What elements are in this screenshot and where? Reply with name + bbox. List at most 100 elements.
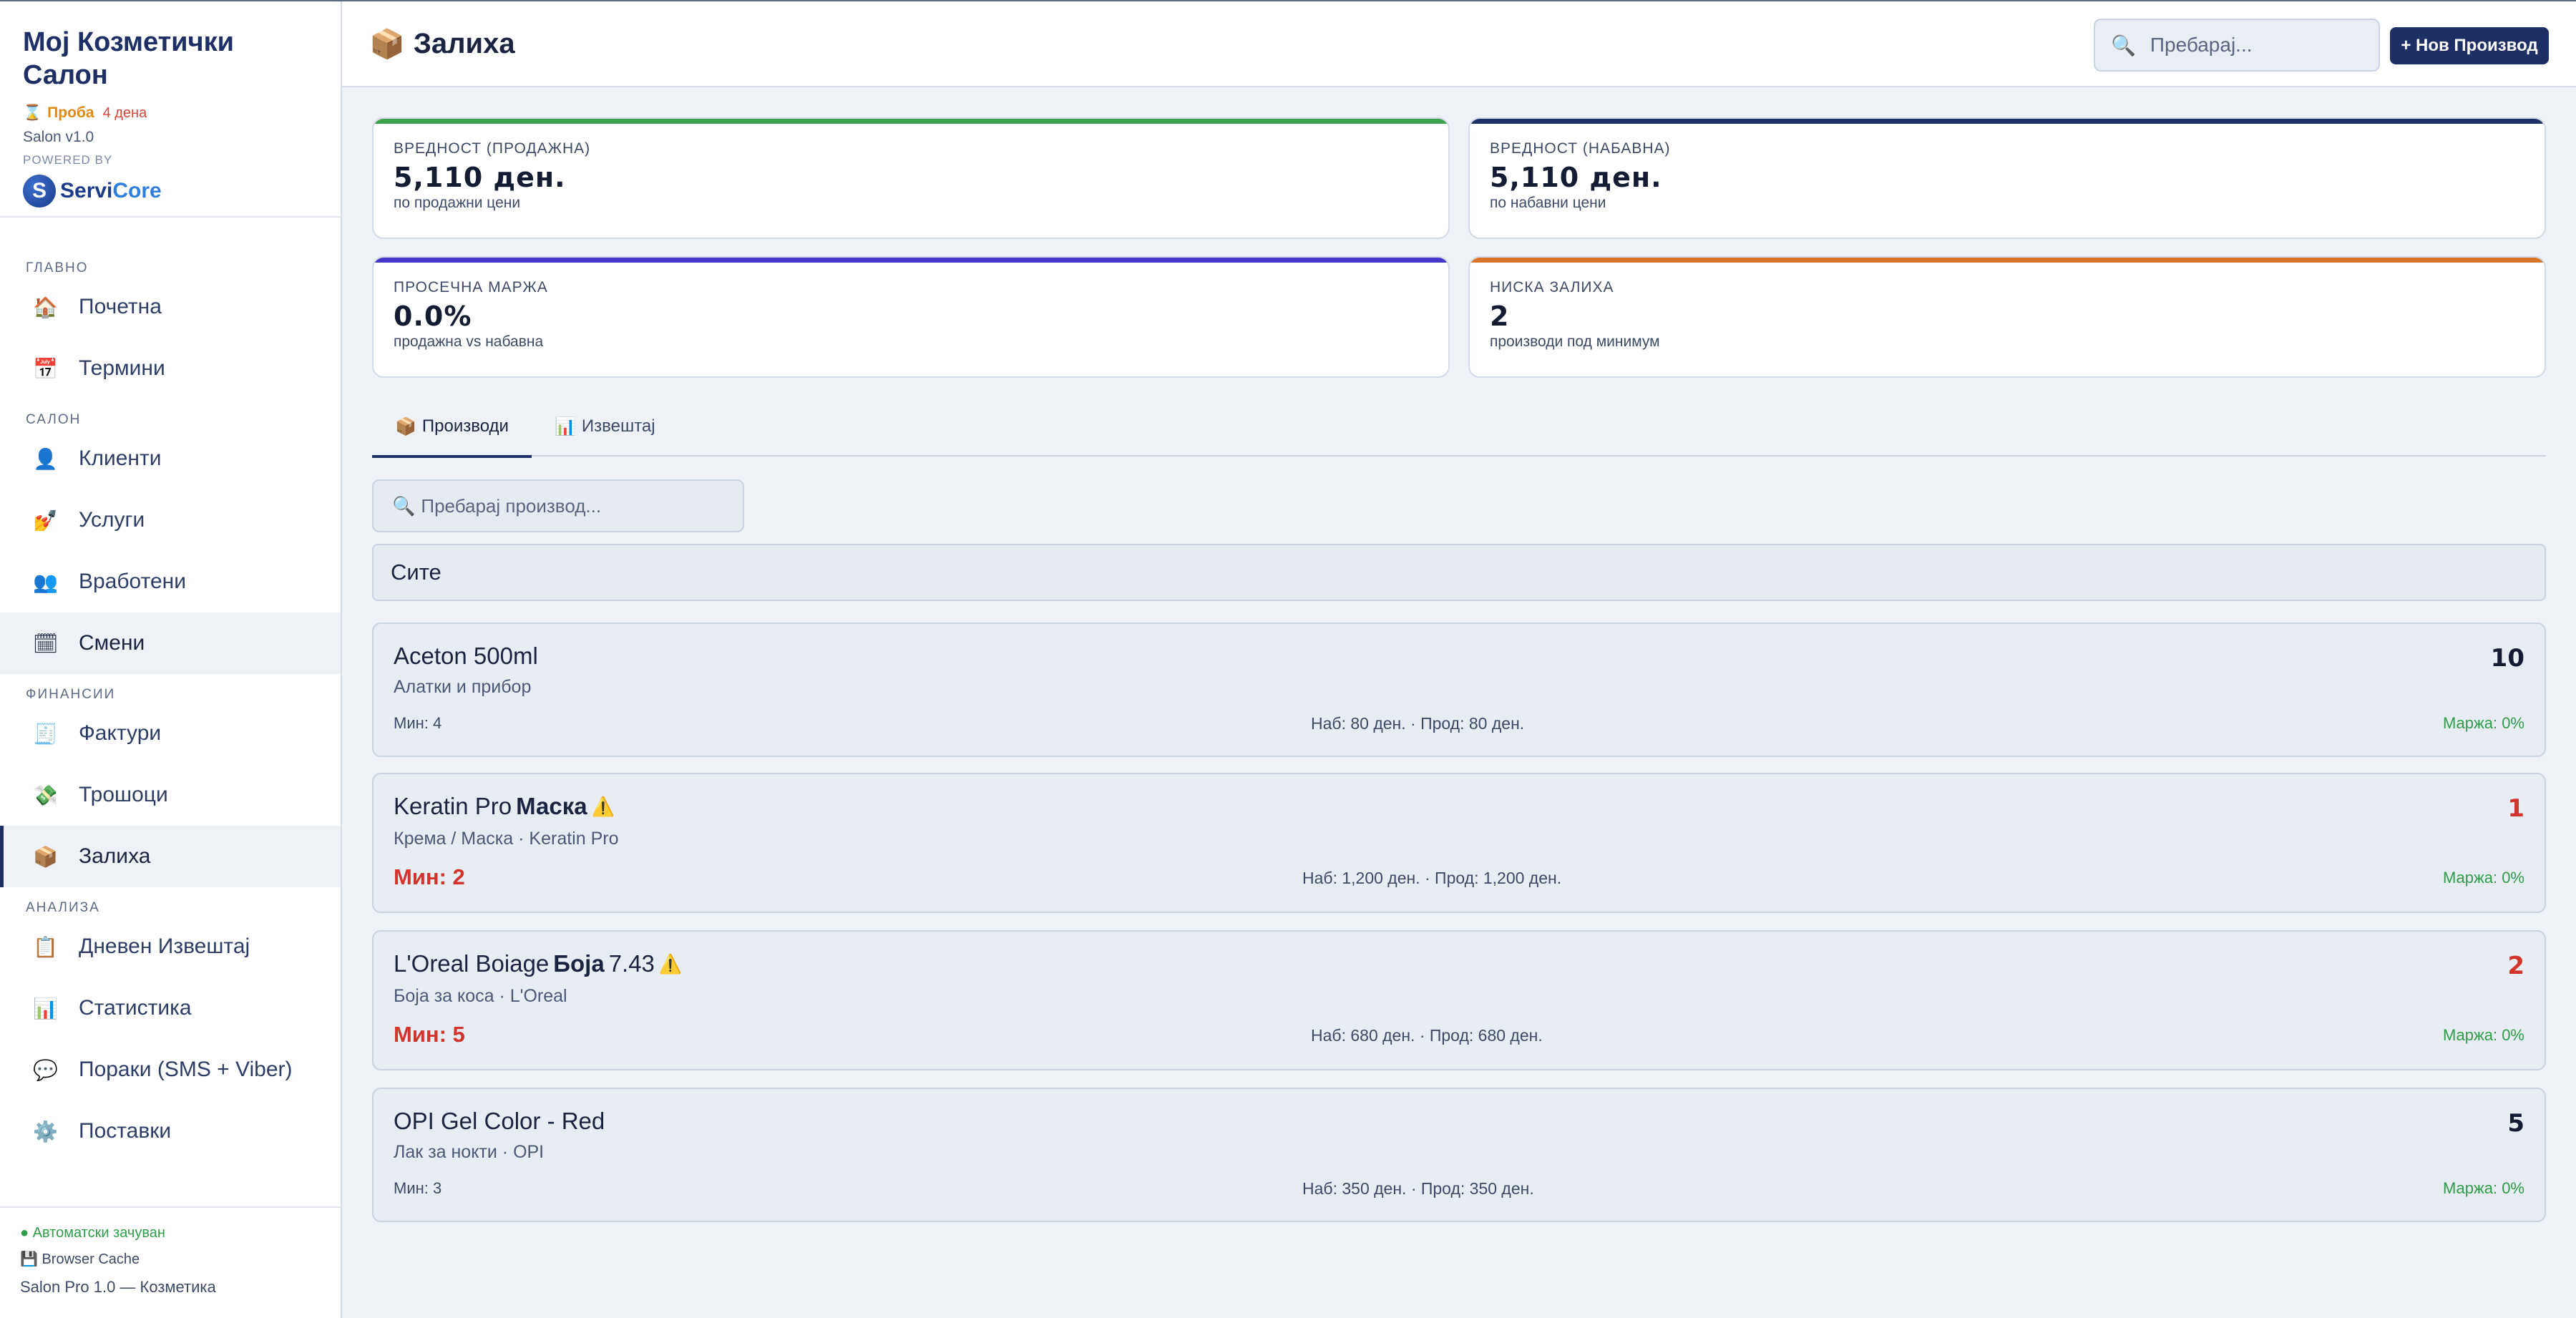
- search-icon: 🔍: [2111, 34, 2136, 57]
- bar-chart-icon: 📊: [33, 997, 58, 1020]
- tab-label: Производи: [421, 416, 509, 436]
- product-category: Крема / Маска · Keratin Pro: [394, 829, 619, 849]
- product-margin: Маржа: 0%: [2442, 1179, 2524, 1197]
- sidebar-footer: ● Автоматски зачуван 💾 Browser Cache Sal…: [0, 1206, 341, 1318]
- product-card[interactable]: OPI Gel Color - Red Лак за нокти · OPI М…: [372, 1088, 2546, 1222]
- users-icon: 👥: [33, 570, 58, 593]
- stat-card-purchase-value: ВРЕДНОСТ (НАБАВНА) 5,110 ден. по набавни…: [1468, 117, 2546, 239]
- product-search-input[interactable]: [421, 494, 736, 517]
- speech-bubble-icon: 💬: [33, 1058, 58, 1081]
- sidebar-item-inventory[interactable]: 📦 Залиха: [0, 826, 341, 887]
- sidebar-item-label: Залиха: [79, 844, 151, 868]
- sidebar-item-daily-report[interactable]: 📋 Дневен Извештај: [0, 916, 341, 977]
- sidebar-item-label: Дневен Извештај: [79, 934, 250, 958]
- tab-label: Извештај: [581, 416, 655, 436]
- autosave-status: ● Автоматски зачуван: [20, 1225, 165, 1241]
- sidebar-item-services[interactable]: 💅 Услуги: [0, 489, 341, 551]
- product-category: Боја за коса · L'Oreal: [394, 986, 567, 1006]
- warning-icon: ⚠️: [658, 952, 683, 975]
- stat-card-sale-value: ВРЕДНОСТ (ПРОДАЖНА) 5,110 ден. по продаж…: [372, 117, 1450, 239]
- product-name: Aceton 500ml: [394, 643, 538, 669]
- product-quantity: 5: [2507, 1109, 2524, 1138]
- sidebar-item-label: Вработени: [79, 570, 186, 593]
- product-card[interactable]: Aceton 500ml Алатки и прибор Мин: 4 Наб:…: [372, 623, 2546, 757]
- hourglass-icon: ⌛: [23, 104, 42, 121]
- sidebar-item-settings[interactable]: ⚙️ Поставки: [0, 1100, 341, 1162]
- tab-products[interactable]: 📦 Производи: [372, 396, 532, 458]
- app-version: Salon v1.0: [23, 129, 94, 145]
- calendar-icon: 📅: [33, 357, 58, 380]
- product-name: L'Oreal Boiage Боја 7.43 ⚠️: [394, 950, 683, 977]
- product-prices: Наб: 1,200 ден. · Прод: 1,200 ден.: [1302, 869, 1562, 887]
- product-quantity: 2: [2507, 952, 2524, 980]
- global-search: 🔍: [2094, 19, 2380, 72]
- stat-value: 2: [1490, 301, 1510, 332]
- powered-by-label: POWERED BY: [23, 153, 113, 167]
- stat-label: ПРОСЕЧНА МАРЖА: [394, 279, 548, 296]
- product-category: Лак за нокти · OPI: [394, 1142, 545, 1162]
- sidebar-item-label: Смени: [79, 631, 145, 655]
- sidebar-item-label: Трошоци: [79, 783, 168, 806]
- sidebar-item-label: Пораки (SMS + Viber): [79, 1058, 293, 1081]
- sidebar-item-statistics[interactable]: 📊 Статистика: [0, 977, 341, 1039]
- stat-subtitle: по набавни цени: [1490, 195, 1606, 211]
- storage-mode: 💾 Browser Cache: [20, 1251, 140, 1267]
- stat-value: 5,110 ден.: [394, 162, 566, 193]
- product-margin: Маржа: 0%: [2442, 714, 2524, 732]
- product-prices: Наб: 350 ден. · Прод: 350 ден.: [1302, 1179, 1534, 1198]
- tab-report[interactable]: 📊 Извештај: [532, 396, 678, 457]
- gear-icon: ⚙️: [33, 1120, 58, 1143]
- trial-days-remaining: 4 дена: [102, 104, 147, 121]
- package-icon: 📦: [369, 28, 405, 60]
- stat-card-low-stock: НИСКА ЗАЛИХА 2 производи под минимум: [1468, 256, 2546, 378]
- page-title-text: Залиха: [413, 27, 515, 59]
- sidebar-item-home[interactable]: 🏠 Почетна: [0, 276, 341, 338]
- stat-label: ВРЕДНОСТ (НАБАВНА): [1490, 140, 1671, 157]
- inventory-tabs: 📦 Производи 📊 Извештај: [372, 396, 2546, 458]
- footer-version: Salon Pro 1.0 — Козметика: [20, 1278, 216, 1296]
- servicore-logo-icon: S: [23, 175, 56, 208]
- nav-section-salon: САЛОН: [26, 412, 82, 427]
- product-quantity: 1: [2507, 794, 2524, 823]
- new-product-button[interactable]: + Нов Производ: [2390, 27, 2549, 64]
- sidebar-item-label: Статистика: [79, 996, 192, 1020]
- product-min-stock: Мин: 4: [394, 714, 442, 732]
- package-icon: 📦: [395, 416, 416, 436]
- trial-label: Проба: [47, 104, 94, 121]
- inventory-main: ВРЕДНОСТ (ПРОДАЖНА) 5,110 ден. по продаж…: [342, 87, 2576, 1318]
- servicore-logo-text: ServiCore: [60, 179, 162, 202]
- nav-section-finance: ФИНАНСИИ: [26, 687, 116, 702]
- sidebar-item-expenses[interactable]: 💸 Трошоци: [0, 764, 341, 826]
- warning-icon: ⚠️: [591, 795, 615, 817]
- bar-chart-icon: 📊: [554, 416, 576, 436]
- product-prices: Наб: 80 ден. · Прод: 80 ден.: [1311, 714, 1525, 733]
- trial-status: ⌛ Проба 4 дена: [23, 104, 318, 122]
- sidebar-item-messages[interactable]: 💬 Пораки (SMS + Viber): [0, 1039, 341, 1100]
- sidebar: Мој Козметички Салон ⌛ Проба 4 дена Salo…: [0, 1, 342, 1318]
- sidebar-item-label: Поставки: [79, 1119, 172, 1143]
- sidebar-item-label: Услуги: [79, 508, 145, 532]
- sidebar-item-clients[interactable]: 👤 Клиенти: [0, 428, 341, 489]
- sidebar-item-label: Почетна: [79, 295, 162, 318]
- product-prices: Наб: 680 ден. · Прод: 680 ден.: [1311, 1026, 1543, 1045]
- sidebar-item-invoices[interactable]: 🧾 Фактури: [0, 703, 341, 764]
- product-quantity: 10: [2490, 644, 2524, 673]
- product-card[interactable]: Keratin Pro Маска ⚠️ Крема / Маска · Ker…: [372, 773, 2546, 913]
- calendar-pad-icon: 🗓: [33, 632, 59, 655]
- category-filter-select[interactable]: Сите: [372, 544, 2546, 601]
- user-icon: 👤: [33, 447, 58, 470]
- stat-subtitle: производи под минимум: [1490, 333, 1660, 350]
- clipboard-icon: 📋: [33, 935, 58, 958]
- brand-block: Мој Козметички Салон ⌛ Проба 4 дена Salo…: [0, 1, 341, 218]
- product-card[interactable]: L'Oreal Boiage Боја 7.43 ⚠️ Боја за коса…: [372, 930, 2546, 1070]
- global-search-input[interactable]: [2150, 34, 2365, 57]
- sidebar-item-appointments[interactable]: 📅 Термини: [0, 338, 341, 399]
- sidebar-item-employees[interactable]: 👥 Вработени: [0, 551, 341, 612]
- product-category: Алатки и прибор: [394, 677, 532, 697]
- sidebar-item-shifts[interactable]: 🗓 Смени: [0, 612, 341, 674]
- sidebar-item-label: Фактури: [79, 721, 162, 745]
- top-header: 📦 Залиха 🔍 + Нов Производ: [342, 1, 2576, 87]
- house-icon: 🏠: [33, 296, 58, 318]
- stat-accent-bar: [1470, 119, 2545, 124]
- stat-accent-bar: [374, 258, 1448, 263]
